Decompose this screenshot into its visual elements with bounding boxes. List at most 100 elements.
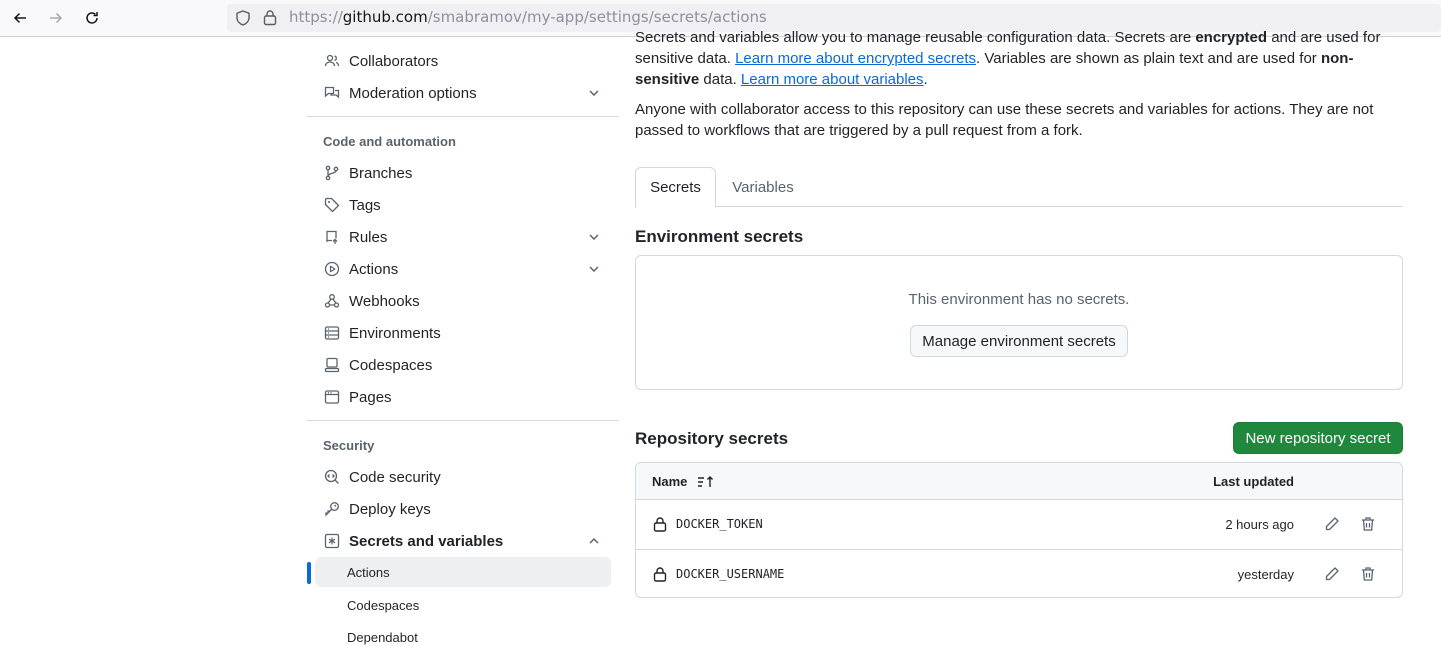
delete-secret-button[interactable] bbox=[1358, 564, 1378, 584]
comment-discussion-icon bbox=[323, 84, 341, 102]
play-icon bbox=[323, 260, 341, 278]
intro-text: . Variables are shown as plain text and … bbox=[976, 50, 1321, 67]
sidebar-item-label: Codespaces bbox=[349, 356, 433, 374]
lock-icon bbox=[653, 517, 667, 532]
table-header: Name Last updated bbox=[636, 463, 1402, 500]
browser-icon bbox=[323, 388, 341, 406]
repo-push-icon bbox=[323, 228, 341, 246]
sidebar-item-label: Rules bbox=[349, 228, 388, 246]
environment-secrets-heading: Environment secrets bbox=[635, 227, 804, 246]
chevron-down-icon[interactable] bbox=[587, 86, 601, 100]
chevron-down-icon[interactable] bbox=[587, 230, 601, 244]
sidebar-item-label: Branches bbox=[349, 164, 413, 182]
sidebar-item-label: Tags bbox=[349, 196, 381, 214]
webhook-icon bbox=[323, 292, 341, 310]
learn-more-variables-link[interactable]: Learn more about variables bbox=[741, 71, 924, 88]
table-row: DOCKER_USERNAME yesterday bbox=[636, 549, 1402, 597]
url-path: /smabramov/my-app/settings/secrets/actio… bbox=[427, 8, 767, 26]
url-text: https://github.com/smabramov/my-app/sett… bbox=[289, 8, 767, 26]
collaborator-note: Anyone with collaborator access to this … bbox=[635, 101, 1374, 139]
sidebar-item-rules[interactable]: Rules bbox=[315, 221, 611, 253]
trash-icon bbox=[1362, 567, 1374, 581]
sidebar-item-tags[interactable]: Tags bbox=[315, 189, 611, 221]
reload-button[interactable] bbox=[79, 6, 105, 30]
intro-paragraph: Secrets and variables allow you to manag… bbox=[635, 27, 1415, 90]
codescan-icon bbox=[323, 468, 341, 486]
sidebar-heading-security: Security bbox=[323, 438, 375, 453]
sidebar-divider bbox=[307, 116, 619, 117]
secret-last-updated: 2 hours ago bbox=[1225, 517, 1294, 532]
sidebar-item-label: Pages bbox=[349, 388, 392, 406]
sidebar-item-moderation-options[interactable]: Moderation options bbox=[315, 77, 611, 109]
lock-icon bbox=[263, 10, 277, 26]
edit-secret-button[interactable] bbox=[1322, 564, 1342, 584]
sidebar-item-secrets-and-variables[interactable]: Secrets and variables bbox=[315, 525, 611, 557]
tab-secrets[interactable]: Secrets bbox=[635, 167, 716, 208]
secret-last-updated: yesterday bbox=[1237, 567, 1294, 582]
new-repository-secret-button[interactable]: New repository secret bbox=[1233, 422, 1403, 454]
empty-message: This environment has no secrets. bbox=[908, 291, 1130, 308]
forward-button[interactable] bbox=[43, 6, 69, 30]
sidebar-item-branches[interactable]: Branches bbox=[315, 157, 611, 189]
sidebar-subitem-codespaces[interactable]: Codespaces bbox=[315, 590, 611, 620]
pencil-icon bbox=[1325, 517, 1339, 531]
table-row: DOCKER_TOKEN 2 hours ago bbox=[636, 500, 1402, 549]
environment-secrets-box: This environment has no secrets. Manage … bbox=[635, 255, 1403, 390]
sidebar-item-label: Actions bbox=[349, 260, 399, 278]
name-column-header[interactable]: Name bbox=[652, 474, 715, 489]
codespaces-icon bbox=[323, 356, 341, 374]
sidebar-item-label: Collaborators bbox=[349, 52, 439, 70]
back-button[interactable] bbox=[7, 6, 33, 30]
asterisk-icon bbox=[323, 532, 341, 550]
people-icon bbox=[323, 52, 341, 70]
delete-secret-button[interactable] bbox=[1358, 514, 1378, 534]
sidebar-item-label: Moderation options bbox=[349, 84, 477, 102]
sort-ascending-icon bbox=[698, 475, 714, 487]
sidebar-item-environments[interactable]: Environments bbox=[315, 317, 611, 349]
sidebar-subitem-dependabot[interactable]: Dependabot bbox=[315, 622, 611, 646]
arrow-right-icon bbox=[50, 12, 63, 24]
column-label: Name bbox=[652, 474, 688, 489]
sidebar-item-label: Environments bbox=[349, 324, 441, 342]
intro-text: . bbox=[923, 71, 928, 88]
git-branch-icon bbox=[323, 164, 341, 182]
sidebar-item-label: Webhooks bbox=[349, 292, 420, 310]
secret-name: DOCKER_USERNAME bbox=[676, 567, 785, 581]
sidebar-item-label: Secrets and variables bbox=[349, 532, 504, 550]
sidebar-divider bbox=[307, 420, 619, 421]
edit-secret-button[interactable] bbox=[1322, 514, 1342, 534]
url-host: github.com bbox=[342, 8, 428, 26]
secrets-table: Name Last updated DOCKER_TOKEN 2 hours a… bbox=[635, 462, 1403, 598]
sidebar-subitem-actions[interactable]: Actions bbox=[315, 557, 611, 587]
sidebar-item-pages[interactable]: Pages bbox=[315, 381, 611, 413]
chevron-up-icon[interactable] bbox=[587, 534, 601, 548]
arrow-left-icon bbox=[13, 12, 26, 24]
manage-environment-secrets-button[interactable]: Manage environment secrets bbox=[910, 325, 1128, 357]
pencil-icon bbox=[1325, 567, 1339, 581]
settings-sidebar: Collaborators Moderation options Code an… bbox=[307, 38, 619, 646]
intro-bold: encrypted bbox=[1195, 29, 1268, 46]
server-icon bbox=[323, 324, 341, 342]
last-updated-column-header: Last updated bbox=[1213, 474, 1294, 489]
sidebar-item-deploy-keys[interactable]: Deploy keys bbox=[315, 493, 611, 525]
learn-more-secrets-link[interactable]: Learn more about encrypted secrets bbox=[735, 50, 976, 67]
shield-icon bbox=[236, 10, 250, 26]
tab-variables[interactable]: Variables bbox=[721, 167, 805, 208]
intro-text: data. bbox=[699, 71, 741, 88]
repository-secrets-heading: Repository secrets bbox=[635, 429, 789, 448]
sidebar-item-collaborators[interactable]: Collaborators bbox=[315, 45, 611, 77]
sidebar-item-actions[interactable]: Actions bbox=[315, 253, 611, 285]
key-icon bbox=[323, 500, 341, 518]
sidebar-item-webhooks[interactable]: Webhooks bbox=[315, 285, 611, 317]
chevron-down-icon[interactable] bbox=[587, 262, 601, 276]
sidebar-item-code-security[interactable]: Code security bbox=[315, 461, 611, 493]
sidebar-item-label: Code security bbox=[349, 468, 441, 486]
sidebar-heading-code-automation: Code and automation bbox=[323, 134, 456, 149]
active-indicator bbox=[307, 562, 311, 584]
tab-bar: Secrets Variables bbox=[635, 167, 1403, 208]
intro-text: Secrets and variables allow you to manag… bbox=[635, 29, 1196, 46]
sidebar-item-codespaces[interactable]: Codespaces bbox=[315, 349, 611, 381]
tag-icon bbox=[323, 196, 341, 214]
url-prefix: https:// bbox=[289, 8, 343, 26]
lock-icon bbox=[653, 567, 667, 582]
